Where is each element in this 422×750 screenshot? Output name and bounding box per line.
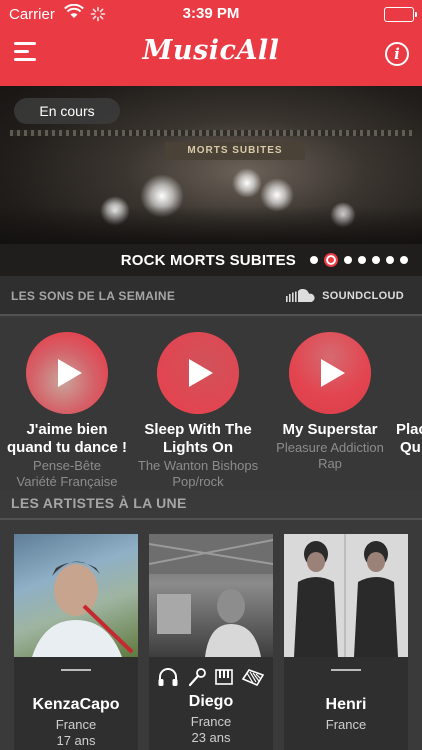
clock: 3:39 PM <box>182 5 240 22</box>
page-dot[interactable] <box>358 256 366 264</box>
track-title: My Superstar <box>282 421 378 438</box>
page-dot-active[interactable] <box>324 253 338 267</box>
page-dot[interactable] <box>386 256 394 264</box>
microphone-icon <box>188 668 206 687</box>
track-artist: Pense-Bête <box>33 458 101 473</box>
page-dot[interactable] <box>310 256 318 264</box>
info-icon: i <box>394 45 400 63</box>
artist-age: 23 ans <box>191 730 231 745</box>
artist-name: Diego <box>188 693 234 710</box>
track-genre: Pop/rock <box>172 474 224 489</box>
track-cover[interactable] <box>289 332 371 414</box>
artists-list[interactable]: KenzaCapo France 17 ans Diego France 23 … <box>0 520 422 750</box>
artist-photo <box>284 534 408 657</box>
artist-photo <box>14 534 138 657</box>
track-genre: Variété Française <box>16 474 118 489</box>
artist-country: France <box>190 714 232 729</box>
track-item-partial[interactable]: Plac Qu <box>396 332 422 457</box>
keyboard-icon <box>215 669 233 685</box>
banner-title: ROCK MORTS SUBITES <box>120 252 296 269</box>
info-button[interactable]: i <box>385 42 409 66</box>
track-item[interactable]: Sleep With The Lights On The Wanton Bish… <box>123 332 273 490</box>
now-playing-pill[interactable]: En cours <box>14 98 120 124</box>
stage-sign: MORTS SUBITES <box>165 142 305 160</box>
page-dot[interactable] <box>344 256 352 264</box>
featured-concert-banner[interactable]: MORTS SUBITES En cours ROCK MORTS SUBITE… <box>0 86 422 276</box>
play-icon <box>58 359 82 387</box>
artist-age: 17 ans <box>56 733 96 748</box>
track-artist: Pleasure Addiction <box>276 440 384 455</box>
status-bar: Carrier 3:39 PM <box>0 0 422 30</box>
soundcloud-icon <box>286 289 315 302</box>
artist-card[interactable]: KenzaCapo France 17 ans <box>14 534 138 750</box>
accordion-icon <box>241 669 265 687</box>
track-title: Sleep With The <box>144 421 252 438</box>
track-title-line2: Qu <box>400 439 421 456</box>
section-title: LES ARTISTES À LA UNE <box>11 495 187 511</box>
track-item[interactable]: J'aime bien quand tu dance ! Pense-Bête … <box>0 332 142 490</box>
artist-card[interactable]: Diego France 23 ans <box>149 534 273 750</box>
page-dot[interactable] <box>400 256 408 264</box>
section-header-artists: LES ARTISTES À LA UNE <box>0 490 422 520</box>
divider <box>61 669 91 671</box>
tracks-carousel[interactable]: J'aime bien quand tu dance ! Pense-Bête … <box>0 318 422 490</box>
artist-card[interactable]: Henri France <box>284 534 408 750</box>
track-item[interactable]: My Superstar Pleasure Addiction Rap <box>255 332 405 472</box>
track-title: Plac <box>396 421 422 438</box>
artist-photo <box>149 534 273 657</box>
page-indicator[interactable] <box>310 253 408 267</box>
soundcloud-label: SOUNDCLOUD <box>322 290 404 302</box>
app-logo: MusicAll <box>142 35 280 66</box>
track-title: J'aime bien <box>26 421 108 438</box>
track-cover[interactable] <box>26 332 108 414</box>
track-title-line2: Lights On <box>163 439 233 456</box>
section-title: LES SONS DE LA SEMAINE <box>11 289 176 303</box>
track-genre: Rap <box>318 456 342 471</box>
divider <box>331 669 361 671</box>
artist-name: Henri <box>325 696 367 713</box>
soundcloud-link[interactable]: SOUNDCLOUD <box>286 289 404 303</box>
stage-truss <box>10 130 412 136</box>
battery-icon <box>384 7 417 22</box>
play-icon <box>189 359 213 387</box>
banner-caption: ROCK MORTS SUBITES <box>0 244 422 276</box>
track-artist: The Wanton Bishops <box>137 458 259 473</box>
instrument-icons <box>149 665 273 689</box>
navigation-bar: Carrier 3:39 PM MusicAll i <box>0 0 422 86</box>
play-icon <box>321 359 345 387</box>
headphones-icon <box>158 668 178 686</box>
artist-name: KenzaCapo <box>32 696 120 713</box>
track-cover[interactable] <box>157 332 239 414</box>
artist-country: France <box>55 717 97 732</box>
track-title-line2: quand tu dance ! <box>7 439 127 456</box>
page-dot[interactable] <box>372 256 380 264</box>
artist-country: France <box>325 717 367 732</box>
stage-light <box>232 168 262 198</box>
section-header-sounds: LES SONS DE LA SEMAINE SOUNDCLOUD <box>0 276 422 316</box>
